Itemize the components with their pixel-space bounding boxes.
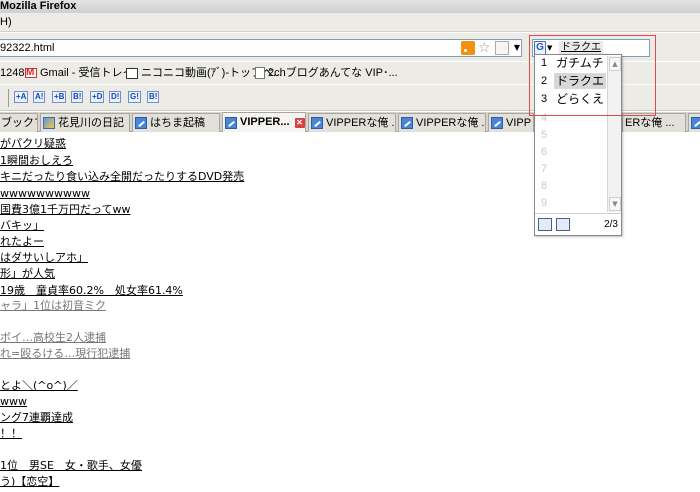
ime-search-icon[interactable] <box>538 218 552 231</box>
url-bar-icons: ☆ ▼ <box>461 40 522 56</box>
menu-item-help[interactable]: H) <box>0 16 12 28</box>
tab-label: VIPPERな俺 ... <box>416 116 486 129</box>
article-link[interactable]: はダサいしアホ」 <box>0 251 88 265</box>
vipper-favicon-icon <box>691 117 700 129</box>
suggestion-item-empty: 7 <box>541 163 548 175</box>
article-link[interactable]: う)【恋空】 <box>0 475 59 489</box>
tab-label: ブックマー <box>1 116 37 129</box>
ime-suggestion-popup: 1 ガチムチ 2 ドラクエ 3 どらくえ 4 5 6 7 8 9 ▲ ▼ 2/3 <box>534 54 622 236</box>
tab-label: VIPPERな俺 ... <box>326 116 396 129</box>
suggestion-page-indicator: 2/3 <box>604 219 618 230</box>
tab-vipper-5[interactable]: ERな俺 ... <box>622 113 686 132</box>
tab-vipper-4[interactable]: VIPP <box>488 113 534 132</box>
article-link[interactable]: wwwwwwwwww <box>0 187 90 201</box>
article-link[interactable]: とよ＼(^o^)／ <box>0 379 78 393</box>
page-icon <box>255 67 265 79</box>
suggestion-item[interactable]: 3 どらくえ <box>535 91 607 107</box>
url-input[interactable]: 92322.html <box>0 39 522 57</box>
toolbar-button-g[interactable]: G! <box>128 91 141 103</box>
window-title: Mozilla Firefox <box>0 0 700 13</box>
scroll-up-icon[interactable]: ▲ <box>609 57 621 71</box>
article-link[interactable]: ！！ <box>0 427 22 441</box>
article-link[interactable]: キニだったり食い込み全開だったりするDVD発売 <box>0 170 244 184</box>
article-link-visited[interactable]: れ=殴るける…現行犯逮捕 <box>0 347 130 361</box>
article-link[interactable]: 形」が人気 <box>0 267 55 281</box>
tab-hachima[interactable]: はちま起稿 <box>132 113 220 132</box>
tab-vipper-2[interactable]: VIPPERな俺 ... <box>308 113 396 132</box>
tab-vipper-active[interactable]: VIPPER... ✕ <box>222 112 306 132</box>
bookmark-label: 1248 <box>0 67 25 79</box>
article-link[interactable]: れたよー <box>0 235 44 249</box>
toolbar-separator <box>8 89 9 107</box>
article-link-visited[interactable]: ャラ」1位は初音ミク <box>0 299 106 313</box>
tab-hanamigawa[interactable]: 花見川の日記 <box>40 113 130 132</box>
toolbar-button-b2[interactable]: B! <box>147 91 160 103</box>
menu-bar: H) <box>0 13 700 32</box>
article-link[interactable]: がパクリ疑惑 <box>0 137 66 151</box>
toolbar-button-b[interactable]: B! <box>71 91 84 103</box>
hanamigawa-favicon-icon <box>43 117 55 129</box>
bookmark-label: Gmail - 受信トレイ <box>40 67 134 79</box>
film-icon <box>126 67 138 79</box>
tab-label: はちま起稿 <box>150 116 205 129</box>
article-link[interactable]: 国費3億1千万円だってww <box>0 203 130 217</box>
suggestion-item[interactable]: 1 ガチムチ <box>535 55 607 71</box>
bookmark-gmail[interactable]: Gmail - 受信トレイ <box>25 62 134 84</box>
suggestion-footer: 2/3 <box>535 213 621 235</box>
page-info-icon[interactable] <box>495 41 509 55</box>
article-link[interactable]: 19歳 童貞率60.2% 処女率61.4% <box>0 284 183 298</box>
close-icon[interactable]: ✕ <box>294 117 305 128</box>
toolbar-button-plus-a[interactable]: +A <box>14 91 29 103</box>
vipper-favicon-icon <box>491 117 503 129</box>
rss-feed-icon[interactable] <box>461 41 475 55</box>
search-engine-selector[interactable]: G ▼ <box>534 41 554 55</box>
tab-label: 花見川の日記 <box>58 116 124 129</box>
toolbar-button-a[interactable]: A! <box>33 91 46 103</box>
tab-label: VIPPER... <box>240 116 290 128</box>
article-link[interactable]: バキッ」 <box>0 219 44 233</box>
bookmark-item[interactable]: 1248 <box>0 62 24 84</box>
toolbar-button-plus-d[interactable]: +D <box>90 91 105 103</box>
suggestion-item-empty: 5 <box>541 129 548 141</box>
scroll-down-icon[interactable]: ▼ <box>609 197 621 211</box>
vipper-favicon-icon <box>135 117 147 129</box>
vipper-favicon-icon <box>401 117 413 129</box>
bookmark-label: 2chブログあんてな VIP･... <box>268 67 398 79</box>
suggestion-item-selected[interactable]: 2 ドラクエ <box>535 73 607 89</box>
ime-sort-icon[interactable] <box>556 218 570 231</box>
suggestion-scrollbar[interactable]: ▲ ▼ <box>607 56 621 212</box>
suggestion-item-empty: 9 <box>541 197 548 209</box>
search-input[interactable]: ドラクエ <box>559 41 603 55</box>
url-dropdown-icon[interactable]: ▼ <box>512 41 522 55</box>
bookmark-2ch-antenna[interactable]: 2chブログあんてな VIP･... <box>255 62 398 84</box>
toolbar-button-d[interactable]: D! <box>109 91 122 103</box>
article-link[interactable]: 1瞬間おしえろ <box>0 154 73 168</box>
article-link[interactable]: 1位 男SE 女・歌手、女優 <box>0 459 142 473</box>
toolbar-button-plus-b[interactable]: +B <box>52 91 67 103</box>
tab-vipper-3[interactable]: VIPPERな俺 ... <box>398 113 486 132</box>
vipper-favicon-icon <box>225 116 237 129</box>
chevron-down-icon: ▼ <box>547 44 553 52</box>
tab-label: ERな俺 ... <box>625 116 675 129</box>
suggestion-item-empty: 8 <box>541 180 548 192</box>
tab-vipper-6[interactable]: VI <box>688 113 700 132</box>
suggestion-item-empty: 4 <box>541 112 548 124</box>
tab-bookmark[interactable]: ブックマー <box>0 113 38 132</box>
article-link[interactable]: www <box>0 395 27 409</box>
article-link-visited[interactable]: ボイ…高校生2人逮捕 <box>0 331 106 345</box>
article-link[interactable]: ング7連覇達成 <box>0 411 73 425</box>
vipper-favicon-icon <box>311 117 323 129</box>
google-icon: G <box>534 41 546 55</box>
suggestion-item-empty: 6 <box>541 146 548 158</box>
tab-label: VIPP <box>506 116 532 129</box>
bookmark-star-icon[interactable]: ☆ <box>478 41 492 55</box>
gmail-icon <box>25 66 37 80</box>
